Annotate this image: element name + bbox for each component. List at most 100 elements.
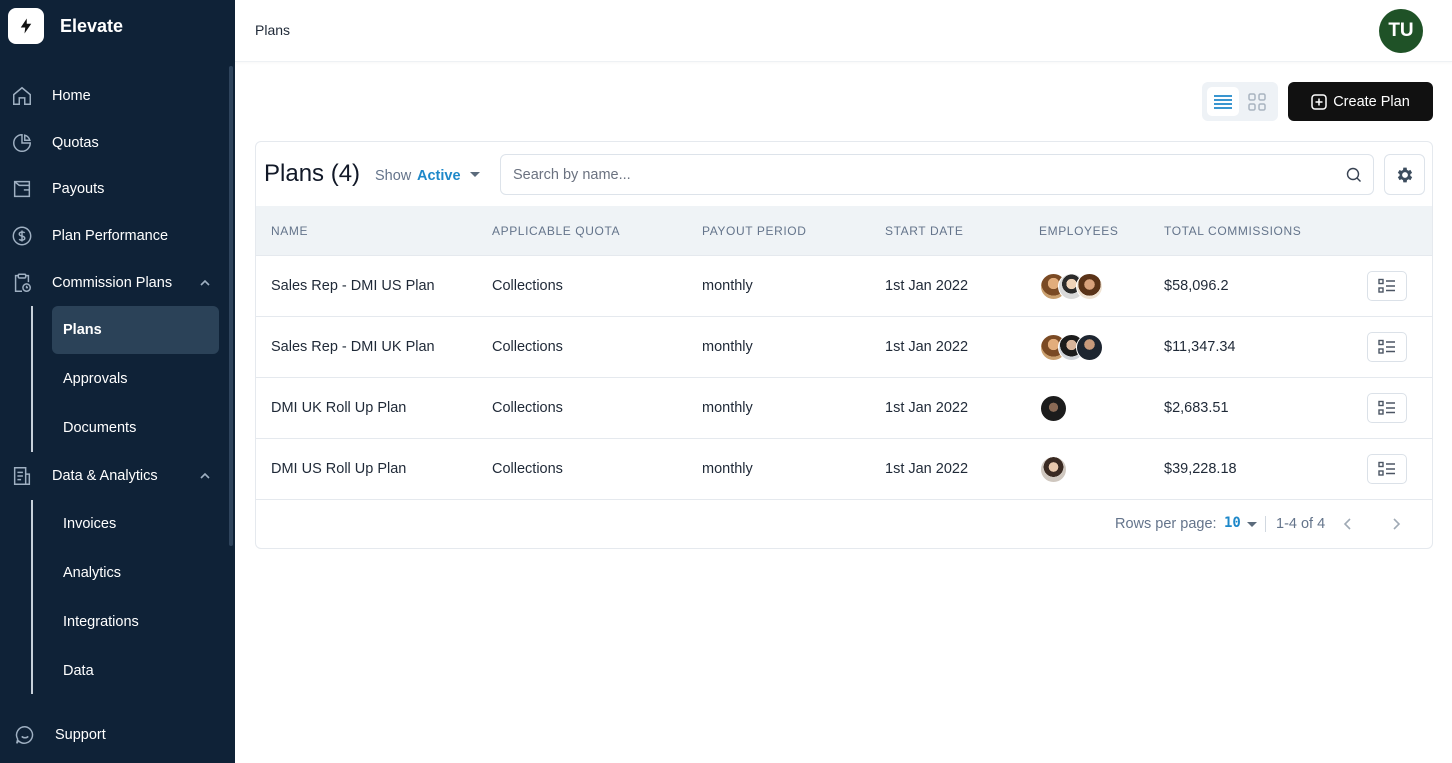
sidebar-subitem-data[interactable]: Data (52, 647, 219, 695)
list-details-icon (1378, 461, 1395, 476)
employee-avatar[interactable] (1040, 456, 1067, 483)
table-row[interactable]: DMI UK Roll Up Plan Collections monthly … (256, 378, 1432, 439)
column-header-start-date[interactable]: START DATE (885, 224, 963, 238)
home-icon (11, 85, 33, 107)
sidebar-subitem-plans[interactable]: Plans (52, 306, 219, 354)
sidebar-subitem-label: Plans (63, 322, 102, 338)
list-details-icon (1378, 400, 1395, 415)
sidebar-item-label: Home (52, 88, 91, 104)
chevron-left-icon (1343, 518, 1351, 530)
caret-down-icon[interactable] (470, 172, 480, 177)
sidebar-subitem-label: Documents (63, 420, 137, 436)
sidebar-scrollbar[interactable] (229, 66, 233, 546)
sidebar-subitem-invoices[interactable]: Invoices (52, 500, 219, 548)
sidebar-subitem-label: Data (63, 663, 94, 679)
wallet-icon (11, 178, 33, 200)
submenu-guide-line (31, 306, 33, 452)
sidebar-subitem-approvals[interactable]: Approvals (52, 355, 219, 403)
total-commissions: $2,683.51 (1164, 400, 1229, 416)
sidebar-item-label: Quotas (52, 135, 99, 151)
start-date: 1st Jan 2022 (885, 278, 969, 294)
clipboard-icon (11, 272, 33, 294)
applicable-quota: Collections (492, 400, 563, 416)
column-header-total-commissions[interactable]: TOTAL COMMISSIONS (1164, 224, 1301, 238)
employee-avatar[interactable] (1076, 273, 1103, 300)
payout-period: monthly (702, 461, 753, 477)
rows-per-page-label: Rows per page: (1115, 516, 1217, 532)
plan-details-button[interactable] (1367, 454, 1407, 484)
plus-square-icon (1311, 93, 1327, 110)
sidebar-item-plan-performance[interactable]: Plan Performance (0, 214, 228, 258)
payout-period: monthly (702, 339, 753, 355)
sidebar-item-home[interactable]: Home (0, 74, 228, 118)
plan-name[interactable]: Sales Rep - DMI US Plan (271, 278, 435, 294)
applicable-quota: Collections (492, 461, 563, 477)
grid-view-button[interactable] (1241, 87, 1273, 116)
dollar-circle-icon (11, 225, 33, 247)
plan-name[interactable]: DMI US Roll Up Plan (271, 461, 406, 477)
sidebar-item-data-analytics[interactable]: Data & Analytics (0, 454, 228, 498)
column-header-name[interactable]: NAME (271, 224, 308, 238)
column-header-quota[interactable]: APPLICABLE QUOTA (492, 224, 620, 238)
submenu-guide-line (31, 500, 33, 694)
chat-bubble-icon (14, 724, 36, 746)
list-view-button[interactable] (1207, 87, 1239, 116)
start-date: 1st Jan 2022 (885, 461, 969, 477)
employee-avatar[interactable] (1076, 334, 1103, 361)
plan-details-button[interactable] (1367, 271, 1407, 301)
create-plan-button[interactable]: Create Plan (1288, 82, 1433, 121)
start-date: 1st Jan 2022 (885, 400, 969, 416)
sidebar-item-payouts[interactable]: Payouts (0, 167, 228, 211)
page-range: 1-4 of 4 (1276, 516, 1326, 532)
sidebar-item-support[interactable]: Support (0, 713, 228, 757)
table-row[interactable]: Sales Rep - DMI UK Plan Collections mont… (256, 317, 1432, 378)
column-header-payout-period[interactable]: PAYOUT PERIOD (702, 224, 807, 238)
sidebar-item-label: Support (55, 727, 106, 743)
table-header: NAME APPLICABLE QUOTA PAYOUT PERIOD STAR… (256, 206, 1432, 256)
sidebar-subitem-label: Invoices (63, 516, 117, 532)
prev-page-button[interactable] (1338, 514, 1358, 534)
total-commissions: $11,347.34 (1164, 339, 1236, 355)
list-view-icon (1214, 94, 1232, 109)
payout-period: monthly (702, 278, 753, 294)
divider (1265, 516, 1266, 532)
grid-view-icon (1248, 92, 1266, 111)
total-commissions: $58,096.2 (1164, 278, 1229, 294)
sidebar-item-label: Commission Plans (52, 275, 173, 291)
user-avatar[interactable]: TU (1379, 9, 1423, 53)
sidebar-subitem-analytics[interactable]: Analytics (52, 549, 219, 597)
rows-per-page-select[interactable]: 10 (1224, 515, 1241, 531)
status-filter-dropdown[interactable]: Active (417, 168, 461, 184)
employee-avatar[interactable] (1040, 395, 1067, 422)
list-details-icon (1378, 278, 1395, 293)
caret-down-icon[interactable] (1247, 522, 1257, 527)
search-icon[interactable] (1346, 167, 1362, 183)
search-input[interactable] (513, 163, 1333, 187)
payout-period: monthly (702, 400, 753, 416)
plan-details-button[interactable] (1367, 332, 1407, 362)
report-icon (11, 465, 33, 487)
total-commissions: $39,228.18 (1164, 461, 1237, 477)
sidebar-item-label: Plan Performance (52, 228, 169, 244)
breadcrumb: Plans (255, 22, 291, 38)
next-page-button[interactable] (1386, 514, 1406, 534)
sidebar-subitem-documents[interactable]: Documents (52, 404, 219, 452)
table-row[interactable]: DMI US Roll Up Plan Collections monthly … (256, 439, 1432, 500)
sidebar-item-quotas[interactable]: Quotas (0, 121, 228, 165)
sidebar-item-commission-plans[interactable]: Commission Plans (0, 261, 228, 305)
chevron-right-icon (1393, 518, 1401, 530)
sidebar-subitem-label: Approvals (63, 371, 128, 387)
plan-details-button[interactable] (1367, 393, 1407, 423)
brand[interactable]: Elevate (8, 8, 123, 44)
applicable-quota: Collections (492, 278, 563, 294)
plan-name[interactable]: Sales Rep - DMI UK Plan (271, 339, 435, 355)
plan-name[interactable]: DMI UK Roll Up Plan (271, 400, 406, 416)
sidebar-item-label: Data & Analytics (52, 468, 158, 484)
sidebar-item-label: Payouts (52, 181, 105, 197)
table-row[interactable]: Sales Rep - DMI US Plan Collections mont… (256, 256, 1432, 317)
lightning-logo-icon (8, 8, 44, 44)
top-bar: Plans TU (235, 0, 1452, 62)
table-settings-button[interactable] (1384, 154, 1425, 195)
sidebar-subitem-integrations[interactable]: Integrations (52, 598, 219, 646)
column-header-employees[interactable]: EMPLOYEES (1039, 224, 1118, 238)
